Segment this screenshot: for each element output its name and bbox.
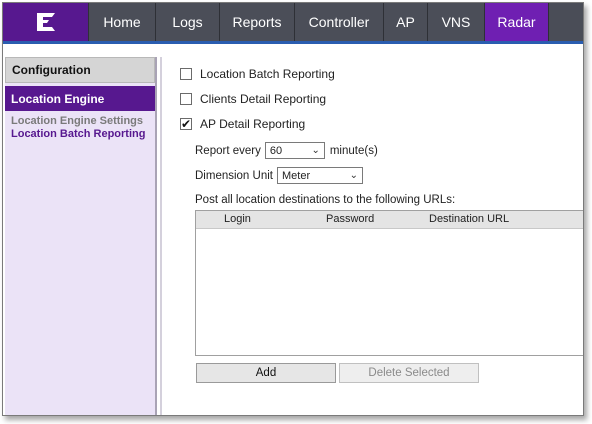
select-value: 60 [269, 144, 283, 157]
tab-label: Radar [497, 14, 536, 30]
chevron-down-icon: ⌄ [349, 170, 358, 181]
column-header-destination-url[interactable]: Destination URL [429, 213, 509, 225]
report-every-row: Report every 60 ⌄ minute(s) [195, 142, 378, 159]
delete-selected-button[interactable]: Delete Selected [339, 363, 479, 383]
checkmark-icon: ✔ [180, 117, 192, 131]
tab-label: AP [396, 14, 415, 30]
location-batch-reporting-option: Location Batch Reporting [180, 67, 335, 81]
tab-label: Reports [232, 14, 282, 30]
nav-filler [549, 3, 583, 41]
clients-detail-reporting-checkbox[interactable] [180, 93, 192, 105]
top-nav: Home Logs Reports Controller AP VNS Rada… [3, 3, 583, 41]
main-content: Location Batch Reporting Clients Detail … [163, 57, 583, 415]
report-every-label: Report every [195, 144, 261, 157]
select-value: Meter [281, 169, 311, 182]
report-every-select[interactable]: 60 ⌄ [264, 142, 325, 159]
dimension-unit-select[interactable]: Meter ⌄ [276, 167, 363, 184]
tab-reports[interactable]: Reports [220, 3, 295, 41]
tab-label: VNS [441, 14, 471, 30]
sidebar: Configuration Location Engine Location E… [5, 57, 157, 415]
report-every-unit: minute(s) [329, 144, 378, 157]
tab-logs[interactable]: Logs [156, 3, 220, 41]
sidebar-link-location-batch-reporting[interactable]: Location Batch Reporting [5, 128, 155, 141]
sidebar-item-location-engine[interactable]: Location Engine [5, 86, 155, 111]
app-window: Home Logs Reports Controller AP VNS Rada… [2, 2, 584, 416]
add-button[interactable]: Add [196, 363, 336, 383]
dimension-unit-label: Dimension Unit [195, 169, 273, 182]
dimension-unit-row: Dimension Unit Meter ⌄ [195, 167, 363, 184]
urls-label: Post all location destinations to the fo… [195, 194, 456, 206]
option-label: Clients Detail Reporting [200, 92, 327, 106]
tab-label: Logs [172, 14, 203, 30]
sidebar-header: Configuration [5, 57, 155, 83]
option-label: AP Detail Reporting [200, 117, 306, 131]
nav-underline [3, 41, 583, 44]
ap-detail-reporting-option: ✔ AP Detail Reporting [180, 117, 305, 131]
tab-controller[interactable]: Controller [295, 3, 384, 41]
chevron-down-icon: ⌄ [311, 145, 320, 156]
sidebar-link-location-engine-settings[interactable]: Location Engine Settings [5, 115, 155, 128]
extreme-networks-logo-icon [36, 13, 55, 31]
tab-ap[interactable]: AP [384, 3, 428, 41]
tab-radar[interactable]: Radar [485, 3, 549, 41]
urls-table[interactable]: Login Password Destination URL [195, 210, 583, 356]
location-batch-reporting-checkbox[interactable] [180, 68, 192, 80]
clients-detail-reporting-option: Clients Detail Reporting [180, 92, 326, 106]
tab-label: Controller [308, 14, 370, 30]
tab-vns[interactable]: VNS [428, 3, 485, 41]
column-header-login[interactable]: Login [224, 213, 251, 225]
option-label: Location Batch Reporting [200, 67, 335, 81]
column-header-password[interactable]: Password [326, 213, 374, 225]
tab-home[interactable]: Home [89, 3, 156, 41]
tab-label: Home [103, 14, 141, 30]
table-header: Login Password Destination URL [196, 211, 583, 229]
logo[interactable] [3, 3, 89, 41]
pane-divider [160, 57, 162, 415]
ap-detail-reporting-checkbox[interactable]: ✔ [180, 118, 192, 130]
